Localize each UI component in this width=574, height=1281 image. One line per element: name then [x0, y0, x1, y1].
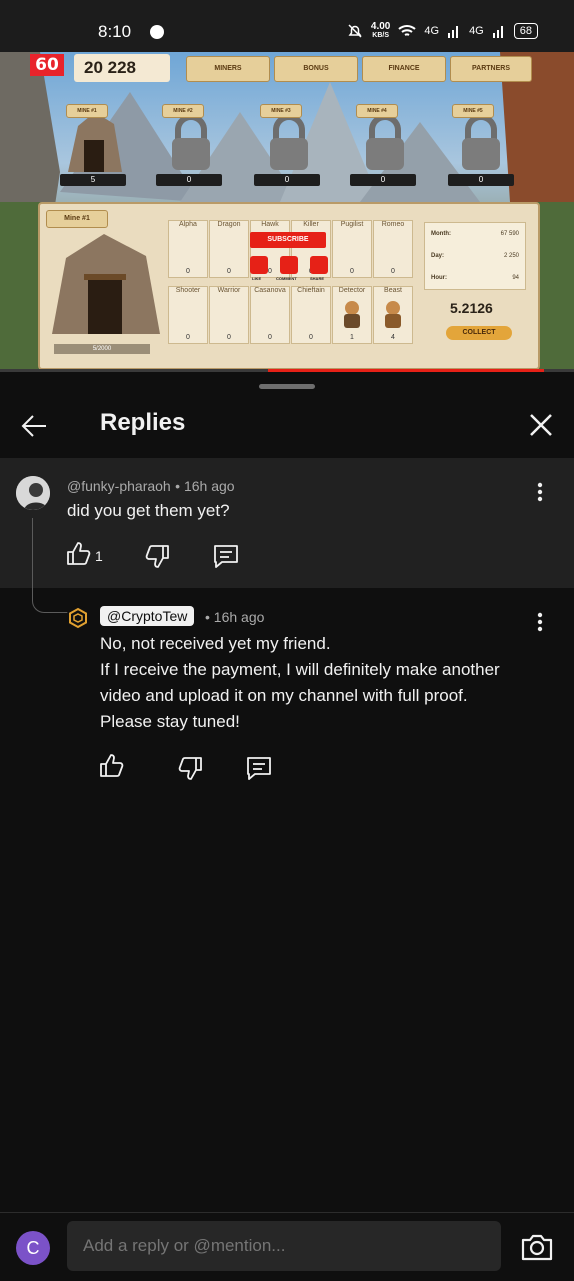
replies-header: Replies [0, 396, 574, 459]
mine-1-label: MINE #1 [66, 104, 108, 118]
mine-5-label: MINE #5 [452, 104, 494, 118]
wifi-icon [398, 25, 417, 36]
like-overlay-icon [250, 256, 268, 274]
mine-entrance-image [52, 234, 160, 334]
nav-finance: FINANCE [362, 56, 446, 82]
reply-icon[interactable] [245, 754, 273, 782]
dislike-icon[interactable] [143, 542, 171, 570]
mine-panel: Mine #1 5/2000 Alpha 0 Dragon 0 Hawk 0 Kill… [38, 202, 540, 370]
messenger-icon [150, 25, 164, 39]
parent-comment: @funky-pharaoh • 16h ago did you get the… [0, 458, 574, 588]
dwarf-miner-icon [385, 301, 401, 328]
collect-button: COLLECT [446, 326, 512, 340]
comment-author[interactable]: @funky-pharaoh [67, 478, 171, 494]
close-icon[interactable] [528, 412, 554, 438]
back-arrow-icon[interactable] [20, 412, 48, 440]
mine-3-label: MINE #3 [260, 104, 302, 118]
nav-bonus: BONUS [274, 56, 358, 82]
camera-icon[interactable] [520, 1231, 554, 1263]
share-overlay-label: SHARE [310, 276, 325, 281]
drag-handle[interactable] [259, 384, 315, 389]
avatar[interactable]: C [16, 1231, 50, 1265]
comment-overlay-label: COMMENT [276, 276, 297, 281]
signal-2-icon [492, 26, 503, 38]
reply-author[interactable]: @CryptoTew [100, 606, 195, 626]
earnings-stats: Month: 67 590 Day: 2 250 Hour: 94 [424, 222, 526, 290]
mine-4-label: MINE #4 [356, 104, 398, 118]
reply-icon[interactable] [212, 542, 240, 570]
dwarf-miner-icon [344, 301, 360, 328]
battery-indicator: 68 [513, 23, 538, 39]
miner-slot: Dragon 0 [209, 220, 249, 278]
dislike-icon[interactable] [176, 754, 204, 782]
comment-time: • 16h ago [175, 478, 235, 494]
reply-input[interactable] [67, 1221, 501, 1271]
reply-text: No, not received yet my friend. If I rec… [100, 631, 500, 735]
signal-1-icon [448, 26, 459, 38]
stat-hour: Hour: 94 [431, 275, 519, 281]
status-icons: 4.00 KB/S 4G 4G 68 [347, 22, 538, 40]
more-options-icon[interactable] [530, 480, 550, 504]
like-icon[interactable] [98, 752, 126, 780]
mine-4-count: 0 [350, 174, 416, 186]
miner-slot: Beast 4 [373, 286, 413, 344]
miner-slot: Romeo 0 [373, 220, 413, 278]
mute-icon [348, 24, 362, 38]
channel-badge: 60 [30, 54, 64, 76]
status-time: 8:10 [98, 22, 132, 41]
miner-slot: Shooter 0 [168, 286, 208, 344]
miner-slot: Warrior 0 [209, 286, 249, 344]
reply-time: • 16h ago [205, 609, 265, 625]
comment-meta: @funky-pharaoh • 16h ago [67, 478, 235, 496]
mine-2-count: 0 [156, 174, 222, 186]
avatar[interactable] [66, 606, 90, 630]
miner-slot: Chieftain 0 [291, 286, 331, 344]
video-player[interactable]: 60 20 228 MINERS BONUS FINANCE PARTNERS … [0, 52, 574, 370]
mine-2-label: MINE #2 [162, 104, 204, 118]
reply-line: video and upload it on my channel with f… [100, 686, 468, 705]
panel-capacity: 5/2000 [54, 344, 150, 354]
gold-balance: 5.2126 [450, 300, 493, 316]
signal-1-label: 4G [424, 25, 440, 37]
nav-partners: PARTNERS [450, 56, 532, 82]
page-title: Replies [100, 409, 186, 436]
reply-composer: C [0, 1212, 574, 1281]
miner-slot: Alpha 0 [168, 220, 208, 278]
miner-slot: Pugilist 0 [332, 220, 372, 278]
share-overlay-icon [310, 256, 328, 274]
subscribe-overlay: SUBSCRIBE [250, 232, 326, 248]
status-bar: 8:10 4.00 KB/S 4G 4G 68 [0, 0, 574, 52]
comment-text: did you get them yet? [67, 501, 230, 520]
stat-month: Month: 67 590 [431, 231, 519, 237]
coin-balance: 20 228 [74, 54, 170, 82]
reply-line: If I receive the payment, I will definit… [100, 660, 500, 679]
panel-title: Mine #1 [46, 210, 108, 228]
miner-slot: Detector 1 [332, 286, 372, 344]
reply-line: Please stay tuned! [100, 712, 240, 731]
channel-logo-icon [69, 607, 87, 629]
more-options-icon[interactable] [530, 610, 550, 634]
net-speed: 4.00 KB/S [370, 21, 391, 40]
comment-overlay-icon [280, 256, 298, 274]
mine-3-count: 0 [254, 174, 320, 186]
avatar[interactable] [16, 476, 50, 510]
like-count: 1 [95, 548, 103, 564]
mine-5-count: 0 [448, 174, 514, 186]
nav-miners: MINERS [186, 56, 270, 82]
reply-line: No, not received yet my friend. [100, 634, 331, 653]
miner-slot: Casanova 0 [250, 286, 290, 344]
signal-2-label: 4G [469, 25, 484, 37]
mine-1-count: 5 [60, 174, 126, 186]
thread-connector [32, 518, 73, 613]
replies-sheet: Replies @funky-pharaoh • 16h ago did you… [0, 372, 574, 1280]
stat-day: Day: 2 250 [431, 253, 519, 259]
user-avatar-icon [16, 476, 50, 510]
like-overlay-label: LIKE [252, 276, 262, 281]
